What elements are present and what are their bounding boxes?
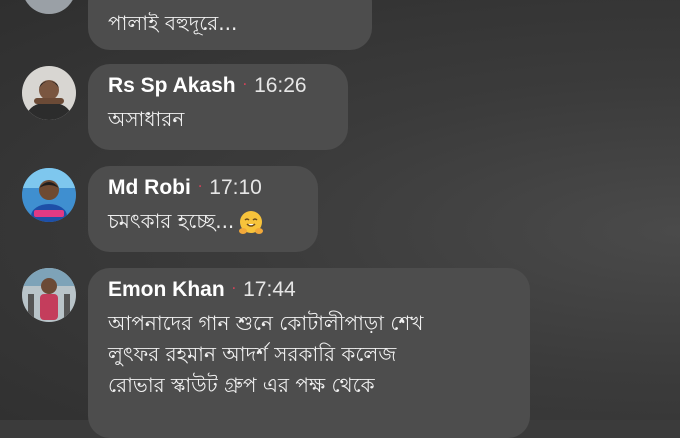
separator-dot: · — [231, 281, 237, 297]
comment-text: অসাধারন — [108, 107, 185, 131]
comment-text-line: আপনাদের গান শুনে কোটালীপাড়া শেখ — [108, 311, 424, 335]
comment-text-line: লুৎফর রহমান আদর্শ সরকারি কলেজ — [108, 342, 397, 366]
comment-meta: Emon Khan · 17:44 — [108, 278, 510, 308]
comment-bubble: পালাই বহুদূরে... — [88, 0, 372, 50]
comment-bubble: Rs Sp Akash · 16:26 অসাধারন — [88, 64, 348, 150]
timestamp: 16:26 — [254, 74, 307, 97]
author-name[interactable]: Md Robi — [108, 176, 191, 200]
comment-bubble: Emon Khan · 17:44 আপনাদের গান শুনে কোটাল… — [88, 268, 530, 438]
comment-bubble: Md Robi · 17:10 চমৎকার হচ্ছে... — [88, 166, 318, 252]
comment-text: পালাই বহুদূরে... — [108, 11, 238, 35]
avatar[interactable] — [22, 268, 76, 322]
comment-meta: Md Robi · 17:10 — [108, 176, 298, 206]
timestamp: 17:10 — [209, 176, 262, 199]
smiling-hug-emoji-icon — [238, 210, 264, 236]
comment-meta: Rs Sp Akash · 16:26 — [108, 74, 328, 104]
comment-text-body: চমৎকার হচ্ছে... — [108, 209, 235, 233]
author-name[interactable]: Emon Khan — [108, 278, 225, 302]
separator-dot: · — [197, 179, 203, 195]
separator-dot: · — [242, 77, 248, 93]
avatar[interactable] — [22, 66, 76, 120]
author-name[interactable]: Rs Sp Akash — [108, 74, 236, 98]
comment-text-line: রোভার স্কাউট গ্রুপ এর পক্ষ থেকে — [108, 373, 375, 397]
timestamp: 17:44 — [243, 278, 296, 301]
avatar[interactable] — [22, 168, 76, 222]
comment-text: চমৎকার হচ্ছে... — [108, 206, 298, 237]
